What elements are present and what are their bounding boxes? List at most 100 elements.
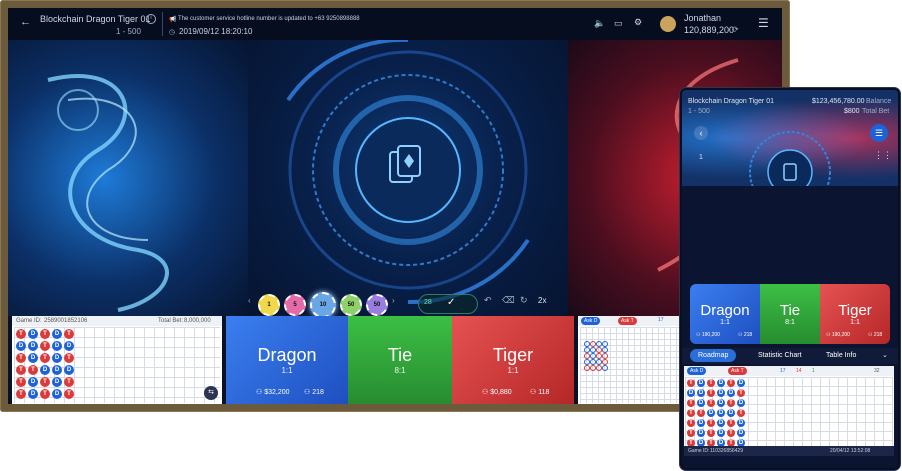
ask-dragon-badge[interactable]: Ask D — [581, 317, 601, 325]
mobile-game-id-label: Game ID: — [688, 448, 710, 454]
avatar[interactable] — [660, 16, 676, 32]
settings-icon[interactable]: ⚙ — [634, 17, 642, 28]
mobile-range: 1 - 500 — [688, 108, 710, 115]
chip[interactable]: 5 — [284, 294, 306, 316]
bead: D — [687, 389, 695, 397]
clear-icon[interactable]: ⌫ — [502, 295, 515, 306]
bead: D — [28, 377, 38, 387]
dragon-label: Dragon — [257, 345, 317, 365]
mobile-total-count: 32 — [874, 368, 880, 374]
confirm-bar: 28 ✓ — [418, 294, 478, 314]
tab-table-info[interactable]: Table Info — [818, 349, 864, 362]
mobile-tiger-bet[interactable]: Tiger 1:1 ⚇ 190,200 ⚇ 218 — [820, 284, 890, 344]
mobile-back-icon[interactable]: ‹ — [694, 126, 708, 140]
bead: D — [727, 389, 735, 397]
mobile-timestamp: 20/04/12 13:52:08 — [830, 448, 871, 454]
double-bet[interactable]: 2x — [538, 296, 546, 305]
chip[interactable]: 50 — [366, 294, 388, 316]
back-icon[interactable]: ← — [20, 16, 31, 28]
bead: T — [64, 389, 74, 399]
mobile-footer: Game ID: 110326856429 20/04/12 13:52:08 — [684, 446, 894, 456]
sound-icon[interactable]: 🔈 — [594, 18, 605, 29]
mobile-dragon-count: 17 — [780, 368, 786, 374]
bead: D — [717, 389, 725, 397]
mobile-tabs: Roadmap Statistic Chart Table Info ⌄ — [682, 348, 898, 364]
bead: T — [707, 429, 715, 437]
mobile-menu-icon[interactable]: ☰ — [870, 124, 888, 142]
bead: D — [717, 419, 725, 427]
chevron-down-icon[interactable]: ⌄ — [882, 351, 888, 359]
mobile-ask-dragon[interactable]: Ask D — [687, 367, 707, 375]
dragon-bet[interactable]: Dragon 1:1 ⚇ $32,200 ⚇ 218 — [226, 316, 348, 404]
tiger-bet[interactable]: Tiger 1:1 ⚇ $0,880 ⚇ 118 — [452, 316, 574, 404]
chevron-left-icon[interactable]: ‹ — [248, 296, 251, 305]
undo-icon[interactable]: ↶ — [484, 295, 492, 306]
mobile-dragon-amount: ⚇ 190,200 — [696, 332, 720, 338]
mobile-dragon-bet[interactable]: Dragon 1:1 ⚇ 190,200 ⚇ 218 — [690, 284, 760, 344]
bead: D — [52, 341, 62, 351]
total-bet-label: Total Bet: — [158, 318, 184, 324]
mobile-tiger-label: Tiger — [838, 302, 872, 319]
tie-bet[interactable]: Tie 8:1 — [348, 316, 452, 404]
bead: T — [40, 329, 50, 339]
top-bar: ← Blockchain Dragon Tiger 01 i 1 - 500 📢… — [8, 8, 782, 40]
bead: T — [64, 329, 74, 339]
repeat-icon[interactable]: ↻ — [520, 295, 528, 306]
bead-road-grid: TDTDTDDTDDTDTDTTTDDDTDTDTTDTDT — [14, 327, 220, 403]
bead: T — [16, 365, 26, 375]
mobile-balance: $123,456,780.00 — [812, 98, 865, 105]
tiger-players: ⚇ 118 — [530, 389, 550, 396]
mobile-tie-bet[interactable]: Tie 8:1 — [760, 284, 820, 344]
refresh-icon[interactable]: ⟳ — [732, 25, 739, 34]
info-icon[interactable]: i — [146, 14, 156, 24]
mobile-tiger-players: ⚇ 218 — [868, 332, 883, 338]
bead: T — [64, 377, 74, 387]
road-mark — [602, 365, 608, 371]
bead: D — [737, 379, 745, 387]
bead: T — [687, 399, 695, 407]
video-icon[interactable]: ▭ — [614, 18, 623, 29]
bead: T — [16, 329, 26, 339]
game-id: 2589001852106 — [44, 318, 88, 324]
bead: T — [687, 419, 695, 427]
dragon-amount: ⚇ $32,200 — [256, 389, 290, 396]
bead: D — [737, 419, 745, 427]
mobile-ask-tiger[interactable]: Ask T — [728, 367, 747, 375]
bead: T — [707, 399, 715, 407]
chip-selected[interactable]: 10 — [310, 292, 336, 318]
chip[interactable]: 50 — [340, 294, 362, 316]
divider — [162, 12, 163, 36]
mobile-road-panel: Ask D Ask T 17 14 1 32 TDTDTDDDTDDTTDTDT… — [684, 366, 894, 456]
bead: D — [707, 409, 715, 417]
chip[interactable]: 1 — [258, 294, 280, 316]
tab-roadmap[interactable]: Roadmap — [690, 349, 737, 362]
ask-tiger-badge[interactable]: Ask T — [618, 317, 637, 325]
total-bet: 8,000,000 — [184, 318, 211, 324]
road-toggle-icon[interactable]: ⇆ — [204, 386, 218, 400]
game-id-label: Game ID: — [16, 318, 42, 324]
bead: D — [16, 341, 26, 351]
mobile-road-header: Ask D Ask T 17 14 1 32 — [684, 366, 894, 376]
chevron-right-icon[interactable]: › — [392, 296, 395, 305]
bead-header: Game ID: 2589001852106 Total Bet: 8,000,… — [12, 316, 222, 326]
bead: D — [52, 389, 62, 399]
dragon-players: ⚇ 218 — [304, 389, 324, 396]
bead: T — [707, 379, 715, 387]
bead: T — [40, 353, 50, 363]
mobile-bead-grid: TDTDTDDDTDDTTDTDTDTTDDDTTDTDTDTDTDTDTDTD… — [685, 377, 893, 447]
bead: D — [697, 419, 705, 427]
tab-statistic-chart[interactable]: Statistic Chart — [750, 349, 810, 362]
bead: T — [687, 409, 695, 417]
bead: T — [687, 379, 695, 387]
desktop-screen: ← Blockchain Dragon Tiger 01 i 1 - 500 📢… — [8, 8, 782, 404]
tiger-odds: 1:1 — [507, 366, 519, 375]
bead: D — [737, 429, 745, 437]
confirm-icon[interactable]: ✓ — [447, 297, 455, 308]
bead: T — [727, 379, 735, 387]
bead: D — [64, 365, 74, 375]
bead: D — [697, 399, 705, 407]
menu-icon[interactable]: ☰ — [758, 16, 769, 30]
grid-icon[interactable]: ⋮⋮ — [874, 150, 892, 161]
bead: D — [28, 341, 38, 351]
bead: D — [28, 389, 38, 399]
